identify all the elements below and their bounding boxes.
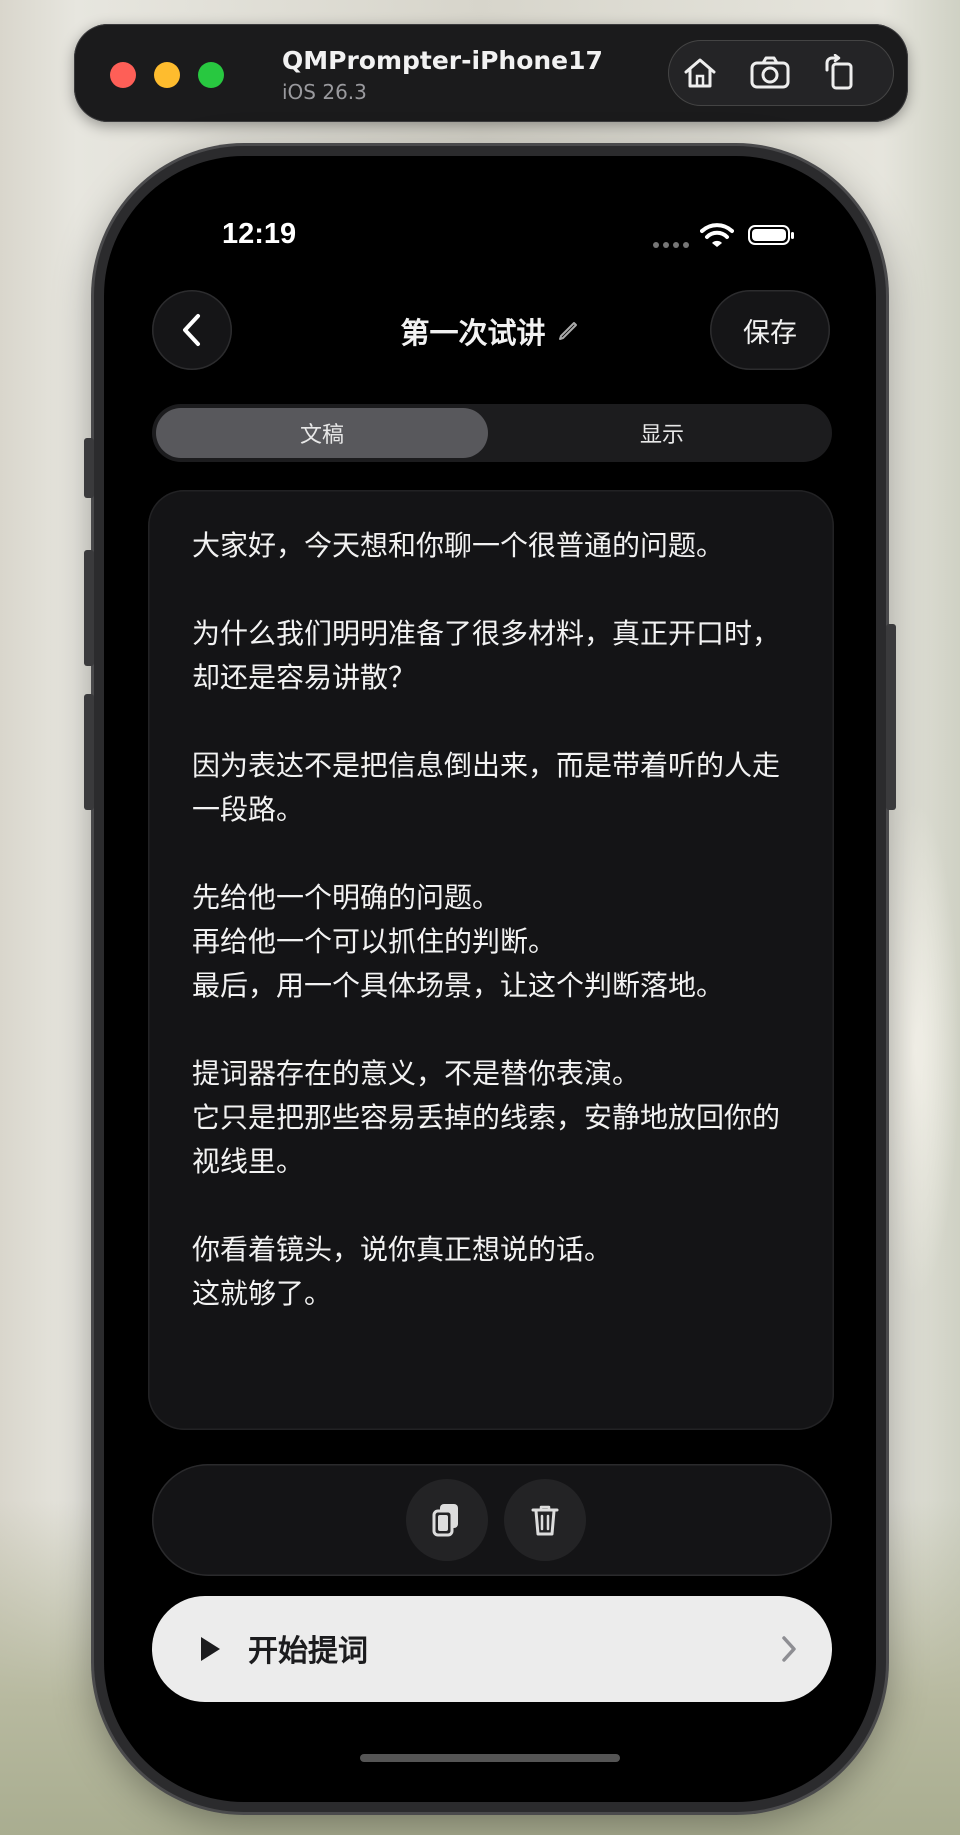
copy-button[interactable] <box>406 1479 488 1561</box>
close-window-button[interactable] <box>110 62 136 88</box>
trash-icon <box>531 1505 559 1536</box>
home-indicator[interactable] <box>360 1754 620 1762</box>
start-prompting-label: 开始提词 <box>248 1634 368 1669</box>
chevron-right-icon <box>782 1636 796 1662</box>
status-time: 12:19 <box>222 218 297 250</box>
rotate-button[interactable] <box>818 51 862 95</box>
play-icon <box>201 1637 220 1661</box>
rotate-icon <box>825 54 853 90</box>
mode-segmented-control: 文稿 显示 <box>152 404 832 462</box>
back-button[interactable] <box>152 290 232 370</box>
battery-icon <box>748 225 794 245</box>
power-button <box>886 624 896 810</box>
os-version: iOS 26.3 <box>282 80 367 104</box>
simulator-actions <box>668 40 894 106</box>
start-prompting-button[interactable]: 开始提词 <box>152 1596 832 1702</box>
delete-button[interactable] <box>504 1479 586 1561</box>
pencil-icon <box>558 322 577 340</box>
copy-icon <box>432 1504 458 1537</box>
minimize-window-button[interactable] <box>154 62 180 88</box>
wifi-icon <box>700 223 734 247</box>
signal-icon <box>653 242 689 248</box>
volume-down-button <box>84 694 94 810</box>
script-text[interactable]: 大家好，今天想和你聊一个很普通的问题。 为什么我们明明准备了很多材料，真正开口时… <box>192 524 792 1316</box>
script-editor[interactable]: 大家好，今天想和你聊一个很普通的问题。 为什么我们明明准备了很多材料，真正开口时… <box>148 490 834 1430</box>
tab-display[interactable]: 显示 <box>496 408 828 458</box>
action-bar <box>152 1464 832 1576</box>
screenshot-icon <box>750 56 790 89</box>
chevron-left-icon <box>183 314 200 346</box>
volume-up-button <box>84 550 94 666</box>
script-title-text: 第一次试讲 <box>400 316 546 350</box>
home-icon <box>684 58 716 88</box>
home-button[interactable] <box>678 51 722 95</box>
phone-screen: 12:19 第一次试讲 保存 文稿 显示 大家好，今天想和你聊一个很普通的问题。… <box>104 156 876 1802</box>
screenshot-button[interactable] <box>748 51 792 95</box>
simulator-toolbar: QMPrompter-iPhone17 iOS 26.3 <box>74 24 908 122</box>
tab-script[interactable]: 文稿 <box>156 408 488 458</box>
action-button <box>84 438 94 498</box>
script-title[interactable]: 第一次试讲 <box>304 306 676 356</box>
device-name: QMPrompter-iPhone17 <box>282 46 603 75</box>
save-button[interactable]: 保存 <box>710 290 830 370</box>
zoom-window-button[interactable] <box>198 62 224 88</box>
